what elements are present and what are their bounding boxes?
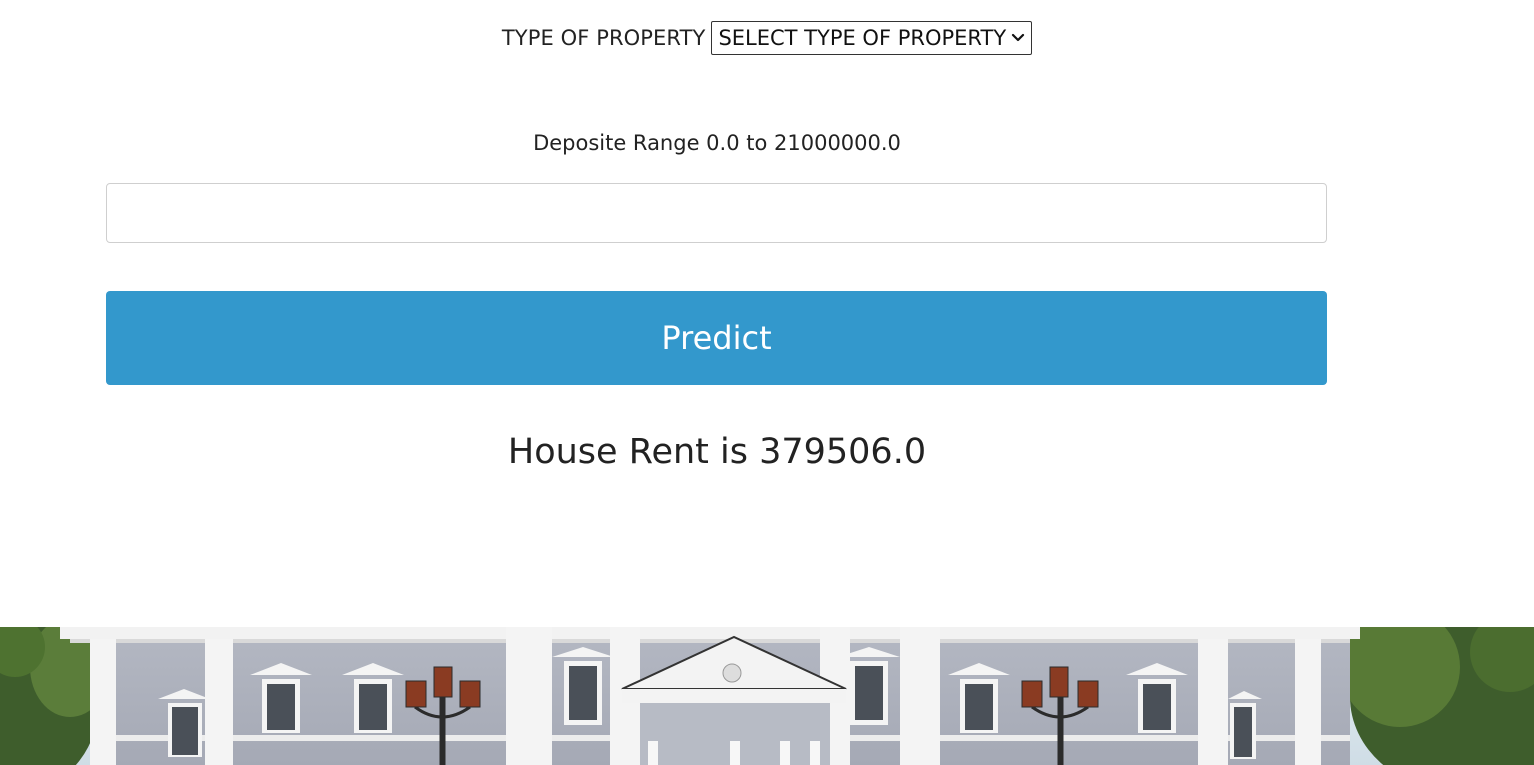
house-photo xyxy=(0,627,1534,765)
house-illustration xyxy=(0,627,1534,765)
right-trees xyxy=(1340,627,1534,765)
property-type-select-value: SELECT TYPE OF PROPERTY xyxy=(718,26,1007,50)
deposit-range-label: Deposite Range 0.0 to 21000000.0 xyxy=(533,131,901,155)
property-type-label: TYPE OF PROPERTY xyxy=(501,26,706,50)
page: TYPE OF PROPERTY SELECT TYPE OF PROPERTY… xyxy=(0,0,1534,765)
predict-button-label: Predict xyxy=(661,319,772,357)
deposit-input[interactable] xyxy=(106,183,1327,243)
result-text: House Rent is 379506.0 xyxy=(507,432,927,472)
property-type-select[interactable]: SELECT TYPE OF PROPERTY xyxy=(711,21,1033,55)
property-type-row: TYPE OF PROPERTY SELECT TYPE OF PROPERTY xyxy=(0,20,1534,56)
chevron-down-icon xyxy=(1012,33,1025,42)
predict-button[interactable]: Predict xyxy=(106,291,1327,385)
